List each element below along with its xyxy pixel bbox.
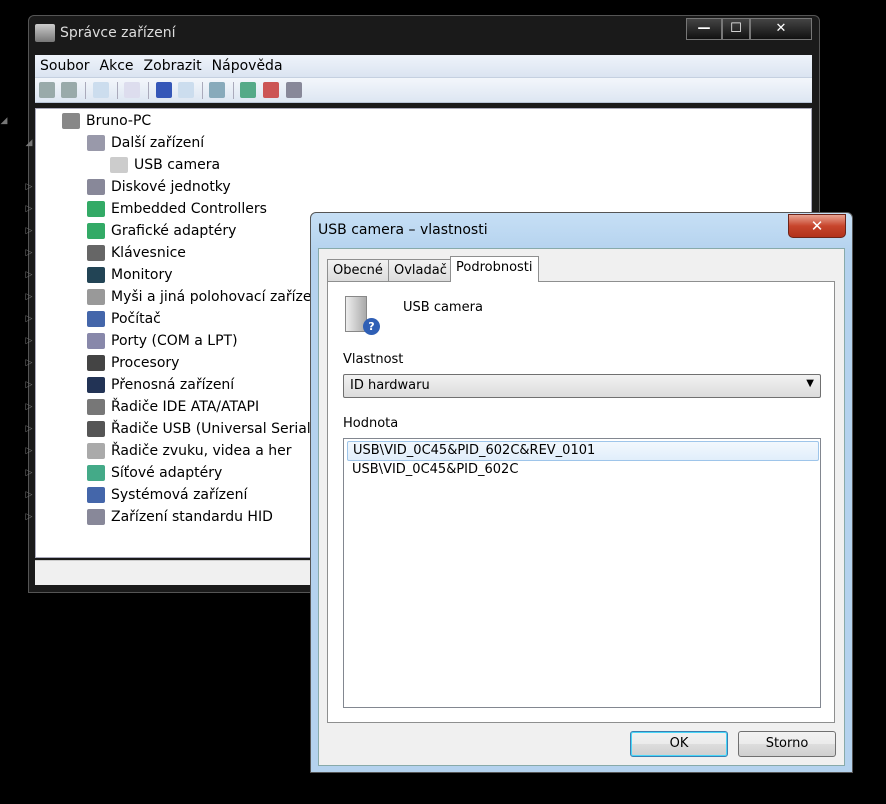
device-category-icon xyxy=(87,245,105,261)
device-category-icon xyxy=(87,377,105,393)
ok-button[interactable]: OK xyxy=(630,731,728,757)
tree-item-label: Diskové jednotky xyxy=(111,179,231,195)
tree-item-label: Počítač xyxy=(111,311,161,327)
device-category-icon xyxy=(87,465,105,481)
device-category-icon xyxy=(87,355,105,371)
tree-item-label: Bruno-PC xyxy=(86,113,152,129)
device-category-icon xyxy=(87,223,105,239)
collapse-icon[interactable]: ◢ xyxy=(0,111,9,131)
tree-item-label: Monitory xyxy=(111,267,173,283)
scan-hardware-icon[interactable] xyxy=(209,82,225,98)
expand-icon[interactable]: ▷ xyxy=(24,375,34,395)
tree-item[interactable]: ◢ Další zařízení xyxy=(26,133,441,153)
uninstall-icon[interactable] xyxy=(263,82,279,98)
tab-ovladac[interactable]: Ovladač xyxy=(388,259,453,281)
property-select[interactable]: ID hardwaru ▼ xyxy=(343,374,821,398)
menu-soubor[interactable]: Soubor xyxy=(35,55,95,74)
disable-icon[interactable] xyxy=(286,82,302,98)
question-icon: ? xyxy=(363,318,380,335)
tree-item-label: Porty (COM a LPT) xyxy=(111,333,238,349)
maximize-button[interactable]: ☐ xyxy=(722,18,750,40)
close-button[interactable]: ✕ xyxy=(750,18,812,40)
expand-icon[interactable]: ▷ xyxy=(24,397,34,417)
device-category-icon xyxy=(87,135,105,151)
tree-item-label: Řadiče IDE ATA/ATAPI xyxy=(111,399,260,415)
device-category-icon xyxy=(87,421,105,437)
tree-item-label: Přenosná zařízení xyxy=(111,377,235,393)
device-manager-icon xyxy=(35,24,55,42)
forward-icon[interactable] xyxy=(61,82,77,98)
tree-item[interactable]: ◢ Bruno-PC xyxy=(1,111,416,131)
expand-icon[interactable]: ▷ xyxy=(24,221,34,241)
expand-icon[interactable]: ▷ xyxy=(24,441,34,461)
value-item[interactable]: USB\VID_0C45&PID_602C&REV_0101 xyxy=(347,441,819,461)
toolbar xyxy=(35,78,812,103)
tree-item[interactable]: USB camera xyxy=(84,155,464,175)
device-category-icon xyxy=(110,157,128,173)
tree-item-label: Myši a jiná polohovací zařízení xyxy=(111,289,325,305)
tab-obecne[interactable]: Obecné xyxy=(327,259,389,281)
properties-icon[interactable] xyxy=(124,82,140,98)
menu-zobrazit[interactable]: Zobrazit xyxy=(139,55,207,74)
device-category-icon xyxy=(87,509,105,525)
device-category-icon xyxy=(87,333,105,349)
minimize-button[interactable]: — xyxy=(686,18,722,40)
device-category-icon xyxy=(87,399,105,415)
device-category-icon xyxy=(87,443,105,459)
tree-item-label: Procesory xyxy=(111,355,180,371)
tree-item-label: Klávesnice xyxy=(111,245,186,261)
expand-icon[interactable]: ▷ xyxy=(24,331,34,351)
show-hide-tree-icon[interactable] xyxy=(93,82,109,98)
value-item[interactable]: USB\VID_0C45&PID_602C xyxy=(347,461,819,481)
back-icon[interactable] xyxy=(39,82,55,98)
value-label: Hodnota xyxy=(343,416,399,431)
device-name: USB camera xyxy=(403,300,483,315)
expand-icon[interactable]: ▷ xyxy=(24,353,34,373)
device-category-icon xyxy=(62,113,80,129)
dialog-title: USB camera – vlastnosti xyxy=(318,222,488,238)
device-category-icon xyxy=(87,487,105,503)
update-driver-icon[interactable] xyxy=(240,82,256,98)
tree-item-label: Síťové adaptéry xyxy=(111,465,223,481)
chevron-down-icon: ▼ xyxy=(806,378,814,389)
menu-akce[interactable]: Akce xyxy=(95,55,139,74)
dialog-close-button[interactable]: ✕ xyxy=(788,214,846,238)
help-icon[interactable] xyxy=(156,82,172,98)
expand-icon[interactable]: ▷ xyxy=(24,309,34,329)
expand-icon[interactable]: ▷ xyxy=(24,419,34,439)
expand-icon[interactable]: ▷ xyxy=(24,485,34,505)
expand-icon[interactable]: ▷ xyxy=(24,265,34,285)
property-label: Vlastnost xyxy=(343,352,404,367)
tree-item-label: Řadiče zvuku, videa a her xyxy=(111,443,292,459)
expand-icon[interactable]: ▷ xyxy=(24,463,34,483)
menu-bar: Soubor Akce Zobrazit Nápověda xyxy=(35,55,812,78)
device-category-icon xyxy=(87,289,105,305)
value-listbox[interactable]: USB\VID_0C45&PID_602C&REV_0101 USB\VID_0… xyxy=(343,438,821,708)
tree-item-label: Další zařízení xyxy=(111,135,205,151)
tree-item-label: Systémová zařízení xyxy=(111,487,248,503)
collapse-icon[interactable]: ◢ xyxy=(24,133,34,153)
expand-icon[interactable]: ▷ xyxy=(24,199,34,219)
menu-napoveda[interactable]: Nápověda xyxy=(207,55,288,74)
device-category-icon xyxy=(87,179,105,195)
expand-icon[interactable]: ▷ xyxy=(24,287,34,307)
expand-icon[interactable]: ▷ xyxy=(24,177,34,197)
device-category-icon xyxy=(87,311,105,327)
tree-item-label: Zařízení standardu HID xyxy=(111,509,273,525)
tree-item-label: Embedded Controllers xyxy=(111,201,267,217)
expand-icon[interactable]: ▷ xyxy=(24,507,34,527)
property-select-value: ID hardwaru xyxy=(350,378,430,393)
tab-podrobnosti[interactable]: Podrobnosti xyxy=(450,256,539,282)
device-category-icon xyxy=(87,201,105,217)
cancel-button[interactable]: Storno xyxy=(738,731,836,757)
tree-item[interactable]: ▷ Diskové jednotky xyxy=(26,177,441,197)
tree-item-label: Grafické adaptéry xyxy=(111,223,237,239)
action-pane-icon[interactable] xyxy=(178,82,194,98)
device-category-icon xyxy=(87,267,105,283)
expand-icon[interactable]: ▷ xyxy=(24,243,34,263)
window-title: Správce zařízení xyxy=(60,25,176,41)
tree-item-label: USB camera xyxy=(134,157,221,173)
